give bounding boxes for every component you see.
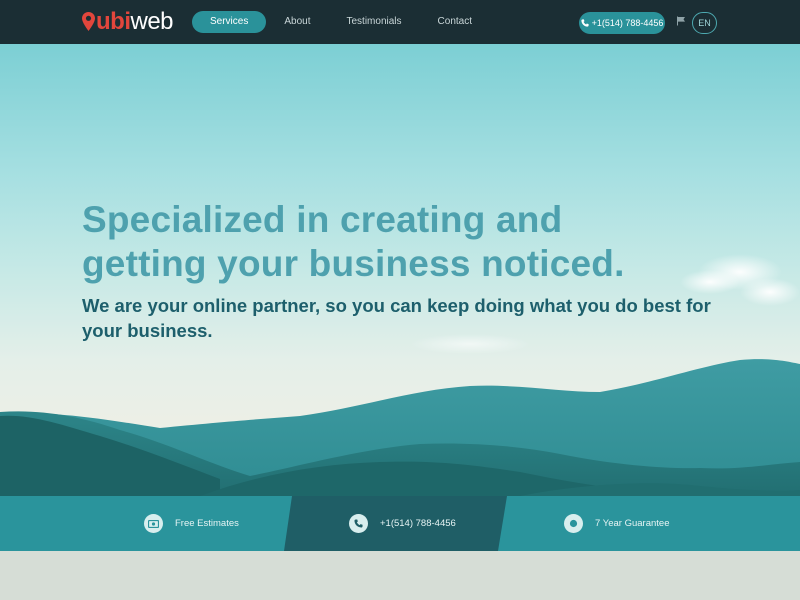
hero-headline: Specialized in creating and getting your… (82, 198, 742, 286)
phone-button-label: +1(514) 788-4456 (591, 18, 664, 28)
feature-label: 7 Year Guarantee (595, 518, 670, 529)
top-navigation-bar: ubi web Services About Testimonials Conta… (0, 0, 800, 44)
logo-text-web: web (130, 8, 174, 35)
nav-item-about[interactable]: About (266, 11, 328, 33)
nav-item-testimonials[interactable]: Testimonials (329, 11, 420, 33)
phone-call-button[interactable]: +1(514) 788-4456 (579, 12, 665, 34)
feature-free-estimates: Free Estimates (144, 496, 239, 551)
below-fold-section (0, 551, 800, 600)
hero-section: Specialized in creating and getting your… (0, 44, 800, 496)
flag-icon[interactable] (676, 16, 686, 26)
ubiweb-logo[interactable]: ubi web (82, 8, 174, 36)
money-icon (144, 514, 163, 533)
hero-subheadline: We are your online partner, so you can k… (82, 295, 711, 341)
main-menu: Services About Testimonials Contact (192, 11, 490, 33)
feature-label: +1(514) 788-4456 (380, 518, 456, 529)
phone-icon (580, 19, 589, 27)
feature-label: Free Estimates (175, 518, 239, 529)
phone-icon (349, 514, 368, 533)
feature-guarantee: 7 Year Guarantee (564, 496, 669, 551)
language-switch-button[interactable]: EN (692, 12, 717, 34)
location-pin-icon (82, 12, 95, 31)
badge-icon (564, 514, 583, 533)
feature-bar: Free Estimates +1(514) 788-4456 7 Year G… (0, 496, 800, 551)
hero-headline-line-2: getting your business noticed. (82, 243, 625, 284)
feature-phone[interactable]: +1(514) 788-4456 (349, 496, 456, 551)
nav-item-services[interactable]: Services (192, 11, 267, 33)
hero-headline-line-1: Specialized in creating and (82, 199, 563, 240)
logo-text-ubi: ubi (96, 8, 131, 35)
nav-item-contact[interactable]: Contact (420, 11, 490, 33)
